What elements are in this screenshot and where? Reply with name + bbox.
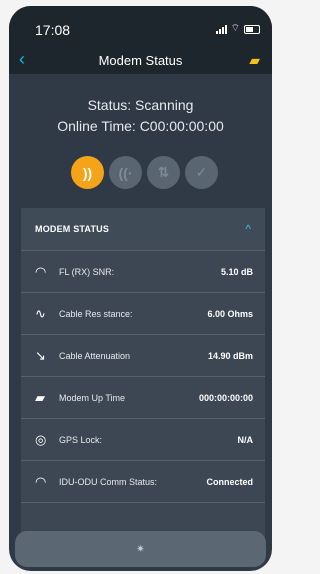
status-row-modem-up-time: ▰ Modem Up Time 000:00:00:00 (21, 377, 265, 419)
panel-title: MODEM STATUS (35, 224, 110, 234)
status-row-cable-attenuation: ↘ Cable Attenuation 14.90 dBm (21, 335, 265, 377)
status-row-cable-resistance: ∿ Cable Res stance: 6.00 Ohms (21, 293, 265, 335)
status-row-gps-lock: ◎ GPS Lock: N/A (21, 419, 265, 461)
wifi-icon: ◠ (35, 263, 47, 279)
radio-step-icon[interactable]: ((· (109, 156, 142, 189)
modem-icon[interactable]: ▰ (249, 52, 260, 69)
wifi-icon: ◠ (35, 473, 47, 489)
spinner-icon: ✷ (136, 543, 145, 555)
top-bar: 17:08 ⌔ ‹ Modem Status ▰ (9, 6, 272, 74)
trend-down-icon: ↘ (35, 347, 46, 363)
row-label: Cable Res stance: (59, 308, 133, 319)
row-label: GPS Lock: (59, 434, 103, 445)
row-value: 000:00:00:00 (198, 392, 253, 403)
transfer-step-icon[interactable]: ⇅ (147, 156, 180, 189)
modem-icon: ▰ (35, 389, 45, 405)
status-row-idu-odu-comm: ◠ IDU-ODU Comm Status: Connected (21, 461, 265, 503)
waveform-icon: ∿ (35, 305, 46, 321)
row-label: Cable Attenuation (59, 350, 131, 361)
row-value: 6.00 Ohms (207, 308, 253, 319)
action-button[interactable]: ✷ (15, 531, 266, 567)
gps-icon: ◎ (35, 431, 47, 447)
row-label: Modem Up Time (59, 392, 126, 403)
chevron-up-icon[interactable]: ^ (245, 222, 251, 236)
system-icons: ⌔ (215, 23, 260, 34)
panel-header[interactable]: MODEM STATUS ^ (21, 208, 265, 251)
battery-icon (244, 24, 260, 34)
check-step-icon[interactable]: ✓ (185, 156, 218, 189)
modem-status-panel: MODEM STATUS ^ ◠ FL (RX) SNR: 5.10 dB ∿ … (21, 208, 265, 546)
row-value: N/A (237, 434, 254, 445)
row-label: FL (RX) SNR: (59, 266, 115, 277)
row-value: 14.90 dBm (207, 350, 253, 361)
row-label: IDU-ODU Comm Status: (59, 476, 158, 487)
signal-icon (215, 24, 227, 34)
wifi-icon: ⌔ (230, 23, 240, 34)
status-text: Status: Scanning (87, 97, 194, 113)
online-time: Online Time: C00:00:00:00 (57, 118, 224, 134)
row-value: 5.10 dB (220, 266, 253, 277)
status-time: 17:08 (35, 22, 71, 38)
status-row-fl-snr: ◠ FL (RX) SNR: 5.10 dB (21, 251, 265, 293)
status-steps: )) ((· ⇅ ✓ (71, 156, 218, 189)
phone-screen: 17:08 ⌔ ‹ Modem Status ▰ Status: Scannin… (9, 6, 272, 571)
row-value: Connected (206, 476, 253, 487)
signal-step-icon[interactable]: )) (71, 156, 104, 189)
page-title: Modem Status (98, 53, 183, 68)
